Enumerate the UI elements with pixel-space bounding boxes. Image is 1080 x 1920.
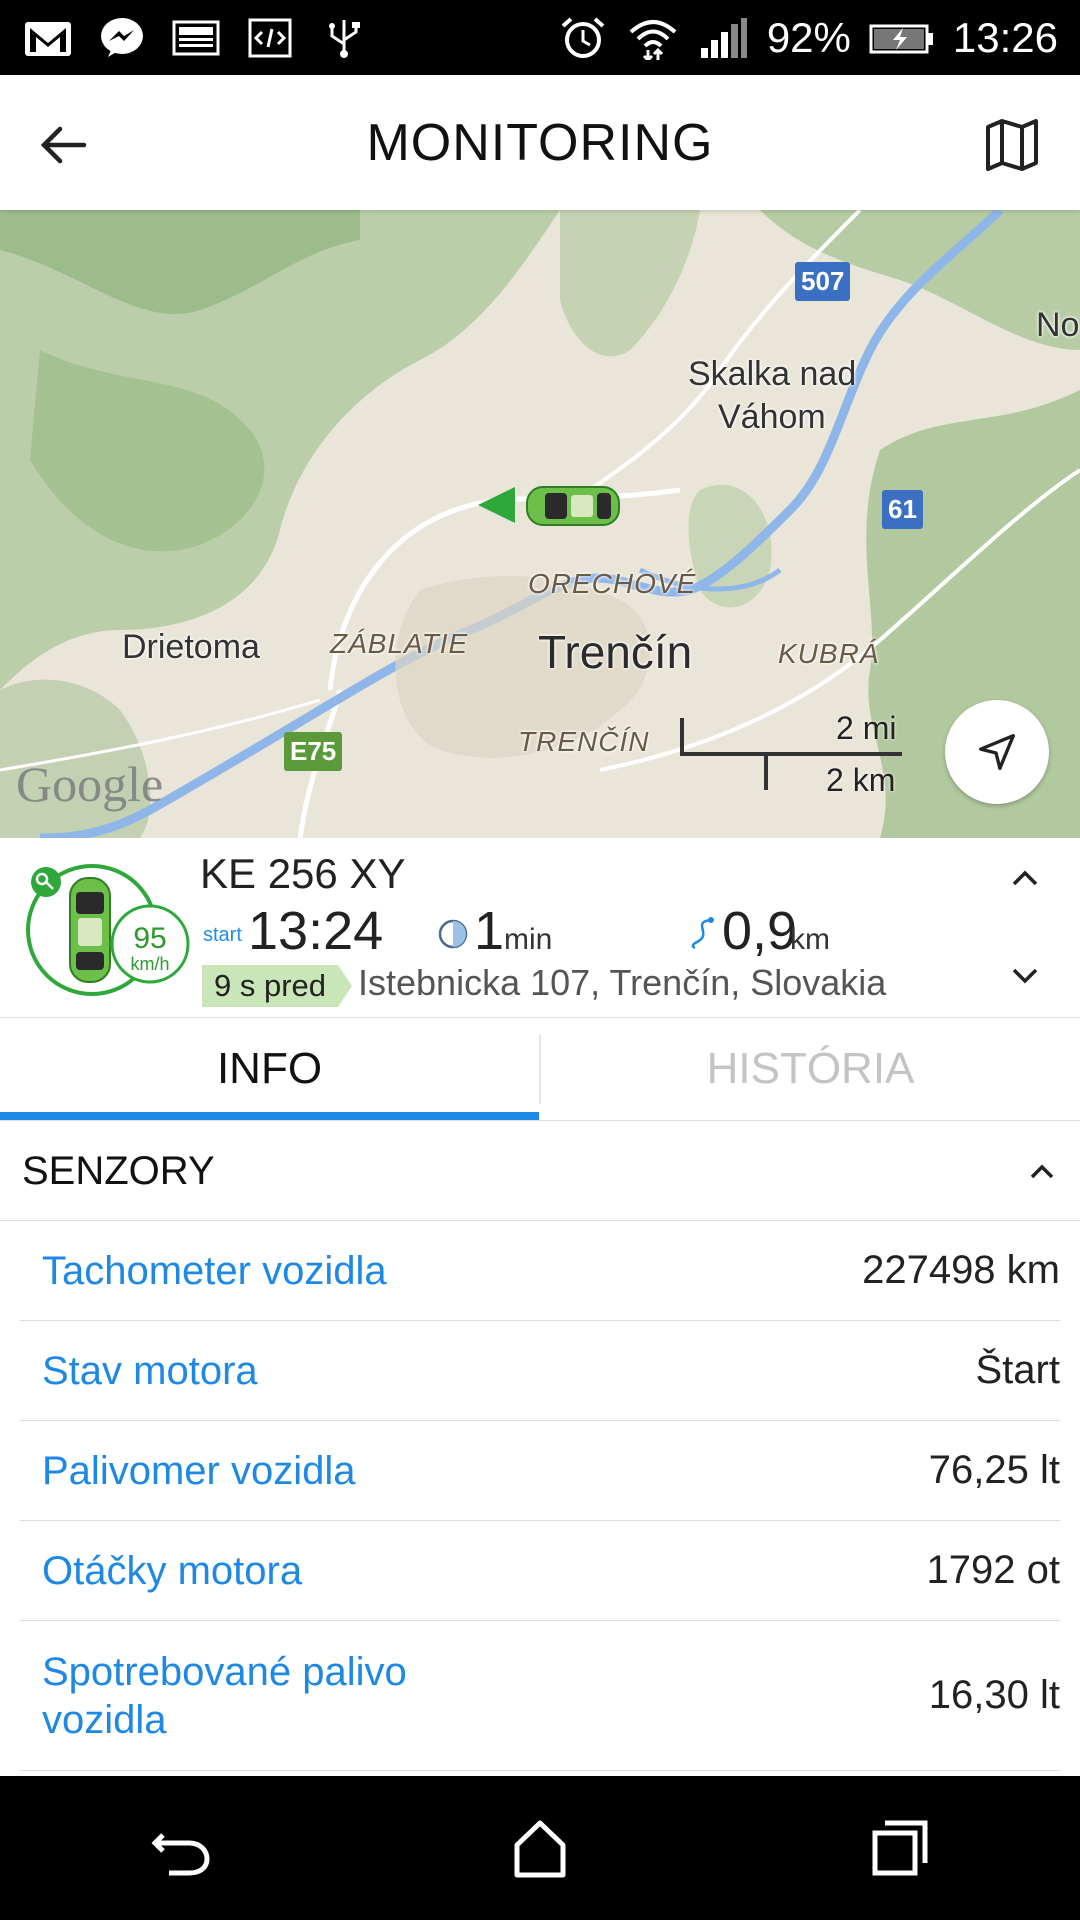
list-item[interactable]: Palivomer vozidla 76,25 lt [20,1421,1060,1521]
vehicle-marker-icon[interactable] [475,475,625,535]
map-view[interactable]: Trenčín Drietoma Skalka nad Váhom ORECHO… [0,210,1080,838]
list-item[interactable]: Stav motora Štart [20,1321,1060,1421]
start-label: start [203,924,242,946]
vehicle-address: Istebnicka 107, Trenčín, Slovakia [358,962,887,1003]
alarm-icon [557,16,609,60]
road-shield-507: 507 [795,262,851,301]
start-time: 13:24 [248,901,384,961]
vehicle-plate: KE 256 XY [200,850,406,897]
map-label-no: No [1036,306,1080,344]
road-shield-e75: E75 [284,732,343,771]
last-update-badge: 9 s pred [202,965,353,1007]
wifi-icon [627,16,679,60]
app-bar: MONITORING [0,75,1080,210]
google-logo: Google [16,756,164,812]
arrow-back-icon[interactable] [34,115,94,175]
list-item[interactable]: Otáčky motora 1792 ot [20,1521,1060,1621]
messenger-icon [96,16,148,60]
tab-history[interactable]: HISTÓRIA [539,1034,1080,1104]
sensor-list: Tachometer vozidla 227498 km Stav motora… [20,1221,1060,1771]
distance-icon [685,916,719,950]
sensor-name: Stav motora [42,1348,258,1393]
home-nav-icon[interactable] [505,1813,575,1883]
distance-unit: km [790,923,830,956]
status-time: 13:26 [952,13,1058,61]
dev-icon [244,16,296,60]
sensor-value: 227498 km [862,1248,1060,1292]
list-item[interactable]: Tachometer vozidla 227498 km [20,1221,1060,1321]
map-label-drietoma: Drietoma [122,628,260,666]
section-title: SENZORY [22,1148,215,1193]
vehicle-panel[interactable]: 95 km/h KE 256 XY start 13:24 1 min 0,9 … [0,838,1080,1018]
speed-unit: km/h [130,954,170,974]
system-nav-bar [0,1776,1080,1920]
duration-icon [437,918,469,950]
status-bar: 92% 13:26 [0,0,1080,75]
gallery-icon [170,16,222,60]
locate-button[interactable] [945,700,1049,804]
duration-value: 1 [474,901,505,961]
scale-km: 2 km [826,762,896,798]
sensor-name: Palivomer vozidla [42,1448,356,1493]
map-label-trencin: Trenčín [538,626,693,678]
map-icon[interactable] [982,115,1042,175]
tab-info[interactable]: INFO [0,1018,539,1120]
signal-icon [697,16,749,60]
map-label-orechove: ORECHOVÉ [528,568,697,599]
recents-nav-icon[interactable] [865,1813,935,1883]
chevron-up-icon[interactable] [1022,1152,1062,1192]
list-item[interactable]: Spotrebované palivo vozidla 16,30 lt [20,1621,1060,1771]
chevron-up-icon[interactable] [1000,858,1050,898]
distance-value: 0,9 [722,901,798,961]
map-label-kubra: KUBRÁ [778,638,880,669]
vehicle-avatar: 95 km/h [22,860,192,1010]
battery-percent: 92% [766,13,851,61]
gmail-icon [22,16,74,60]
map-label-trencin-district: TRENČÍN [518,726,650,757]
chevron-down-icon[interactable] [1000,956,1050,996]
map-label-skalka: Skalka nad [688,355,857,393]
sensor-name: Otáčky motora [42,1548,303,1593]
speed-value: 95 [133,922,167,955]
battery-charging-icon [869,16,935,60]
map-label-zablatie: ZÁBLATIE [330,628,469,659]
usb-icon [318,16,370,60]
sensor-name: Spotrebované palivo vozidla [42,1649,407,1742]
sensor-value: 16,30 lt [928,1673,1060,1717]
map-label-skalka-2: Váhom [718,398,826,436]
sensor-name: Tachometer vozidla [42,1248,387,1293]
map-scale: 2 mi 2 km [680,710,910,800]
page-title: MONITORING [366,113,714,172]
sensors-section-header[interactable]: SENZORY [0,1122,1080,1221]
back-nav-icon[interactable] [145,1813,215,1883]
road-shield-61: 61 [882,490,923,529]
duration-unit: min [504,923,553,956]
scale-miles: 2 mi [836,710,897,746]
tab-bar: INFO HISTÓRIA [0,1018,1080,1121]
sensor-value: 1792 ot [926,1548,1060,1592]
sensor-value: Štart [975,1348,1060,1392]
navigation-arrow-icon [979,734,1015,770]
sensor-value: 76,25 lt [928,1448,1060,1492]
